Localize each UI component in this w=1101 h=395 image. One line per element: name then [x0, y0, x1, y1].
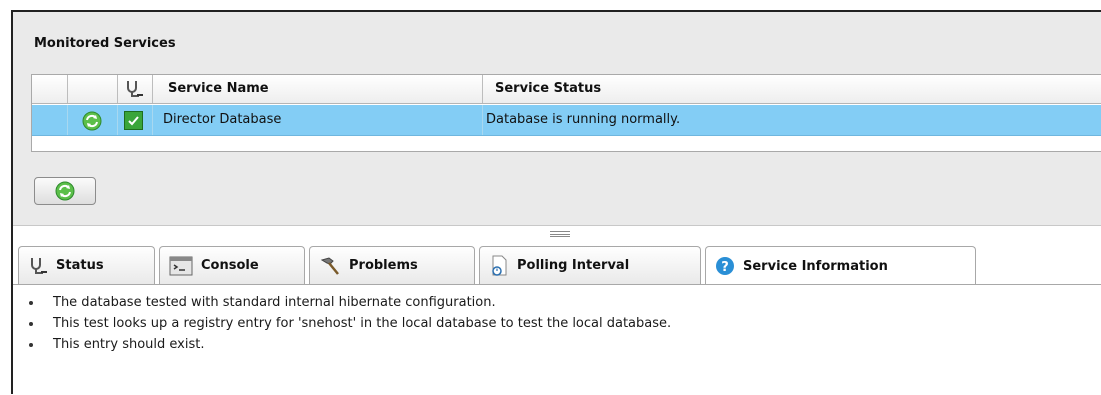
tab-label: Status: [56, 258, 104, 273]
column-header-service-status[interactable]: Service Status: [495, 81, 601, 96]
services-table: Service Name Service Status Director Dat…: [31, 74, 1101, 152]
info-list: The database tested with standard intern…: [13, 292, 1101, 355]
stethoscope-icon: [28, 256, 48, 276]
column-header-service-name[interactable]: Service Name: [168, 81, 269, 96]
tab-label: Problems: [349, 258, 418, 273]
refresh-button[interactable]: [34, 177, 96, 205]
polling-document-icon: [489, 255, 509, 277]
tab-label: Polling Interval: [517, 258, 630, 273]
refresh-status-icon[interactable]: [81, 110, 103, 136]
tab-label: Console: [201, 258, 259, 273]
check-icon: [128, 116, 139, 126]
help-icon: ?: [715, 256, 735, 276]
service-information-panel: The database tested with standard intern…: [13, 285, 1101, 395]
monitored-services-panel: Monitored Services Service Name Service …: [13, 12, 1101, 226]
console-icon: [169, 256, 193, 276]
select-checkbox[interactable]: [124, 111, 143, 130]
list-item: This entry should exist.: [29, 334, 1101, 355]
tab-label: Service Information: [743, 258, 888, 274]
tab-bar: Status Console Problems Polling Interval…: [13, 238, 1101, 285]
stethoscope-column-icon[interactable]: [124, 79, 144, 103]
list-item: This test looks up a registry entry for …: [29, 313, 1101, 334]
service-name-cell: Director Database: [163, 112, 282, 127]
svg-text:?: ?: [721, 260, 729, 275]
table-header: Service Name Service Status: [32, 75, 1101, 104]
refresh-icon: [55, 181, 75, 201]
tab-status[interactable]: Status: [18, 246, 155, 284]
tab-polling-interval[interactable]: Polling Interval: [479, 246, 701, 284]
hammer-icon: [319, 256, 341, 276]
splitter-handle[interactable]: [550, 231, 570, 237]
services-window: Monitored Services Service Name Service …: [11, 10, 1101, 395]
list-item: The database tested with standard intern…: [29, 292, 1101, 313]
tab-service-information[interactable]: ? Service Information: [705, 246, 976, 285]
table-row[interactable]: Director Database Database is running no…: [32, 105, 1101, 136]
tab-problems[interactable]: Problems: [309, 246, 475, 284]
panel-title: Monitored Services: [34, 36, 176, 51]
service-status-cell: Database is running normally.: [486, 112, 681, 127]
tab-console[interactable]: Console: [159, 246, 305, 284]
